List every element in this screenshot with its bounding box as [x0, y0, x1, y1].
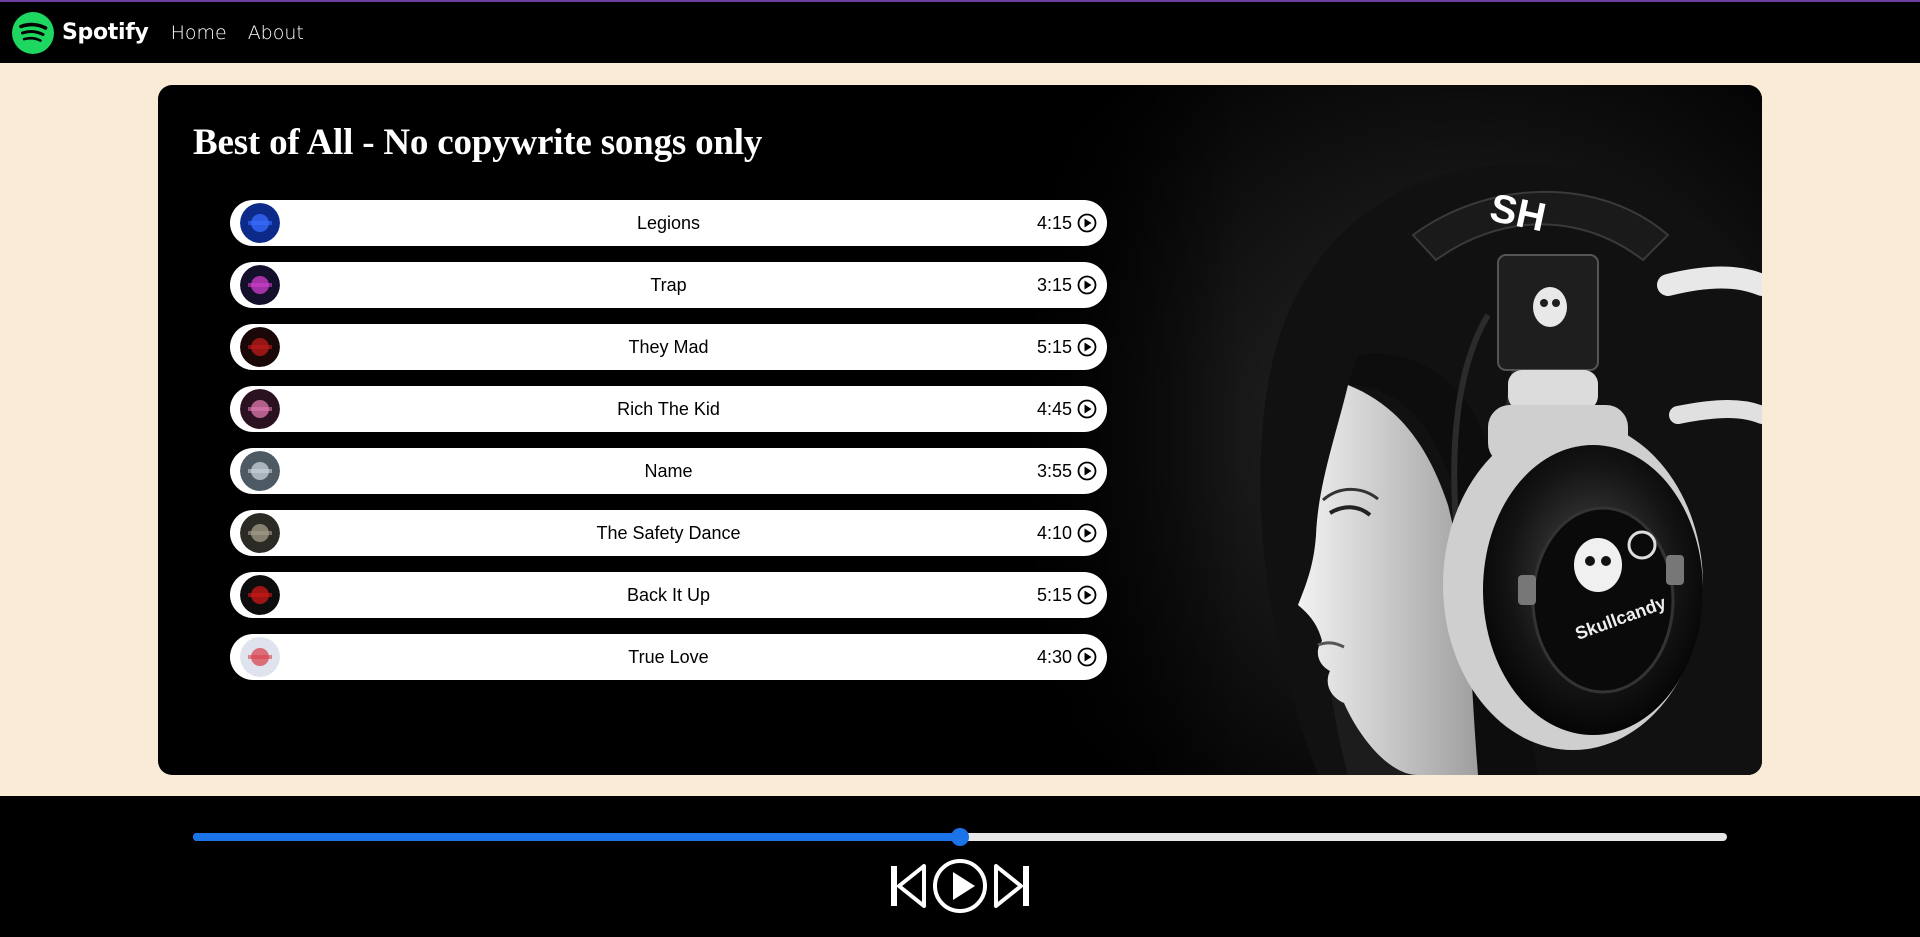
play-circle-icon[interactable] [1077, 585, 1097, 605]
song-item[interactable]: True Love 4:30 [230, 634, 1107, 680]
song-title: True Love [628, 646, 709, 667]
song-meta: 5:15 [1037, 324, 1097, 370]
song-item[interactable]: Back It Up 5:15 [230, 572, 1107, 618]
navbar: Spotify Home About [0, 0, 1920, 63]
hero-headphones-image: SH Skullcandy [1018, 85, 1762, 775]
song-duration: 3:55 [1036, 460, 1072, 481]
song-title: Legions [636, 212, 701, 233]
song-duration: 5:15 [1036, 336, 1072, 357]
song-title: They Mad [628, 336, 709, 357]
song-list: Legions 4:15 Trap 3:15 They Mad 5:15 Rich The … [230, 200, 1107, 696]
play-circle-icon[interactable] [1077, 523, 1097, 543]
nav-home-link[interactable]: Home [171, 22, 227, 44]
song-meta: 3:15 [1037, 262, 1097, 308]
song-cover-image [240, 265, 280, 305]
song-cover-image [240, 513, 280, 553]
player-controls [890, 858, 1030, 914]
play-icon[interactable] [932, 858, 988, 914]
brand[interactable]: Spotify [12, 2, 149, 63]
progress-slider[interactable] [193, 828, 1727, 846]
song-cover-image [240, 637, 280, 677]
song-meta: 4:15 [1037, 200, 1097, 246]
song-title: The Safety Dance [596, 522, 741, 543]
song-title: Name [644, 460, 693, 481]
nav-about-link[interactable]: About [248, 22, 304, 44]
playlist-card: Best of All - No copywrite songs only Le… [158, 85, 1762, 775]
song-item[interactable]: Rich The Kid 4:45 [230, 386, 1107, 432]
song-title: Trap [650, 274, 687, 295]
song-item[interactable]: They Mad 5:15 [230, 324, 1107, 370]
song-title: Rich The Kid [617, 398, 720, 419]
song-meta: 4:45 [1037, 386, 1097, 432]
song-duration: 5:15 [1036, 584, 1072, 605]
song-duration: 4:15 [1036, 212, 1072, 233]
player-bar [0, 796, 1920, 937]
song-cover-image [240, 451, 280, 491]
song-duration: 3:15 [1036, 274, 1072, 295]
song-cover-image [240, 389, 280, 429]
song-meta: 5:15 [1037, 572, 1097, 618]
song-title: Back It Up [626, 584, 711, 605]
song-cover-image [240, 203, 280, 243]
song-duration: 4:30 [1036, 646, 1072, 667]
play-circle-icon[interactable] [1077, 213, 1097, 233]
play-circle-icon[interactable] [1077, 461, 1097, 481]
previous-icon[interactable] [890, 863, 926, 909]
song-item[interactable]: The Safety Dance 4:10 [230, 510, 1107, 556]
song-item[interactable]: Trap 3:15 [230, 262, 1107, 308]
song-meta: 4:10 [1037, 510, 1097, 556]
song-meta: 4:30 [1037, 634, 1097, 680]
progress-thumb[interactable] [951, 828, 969, 846]
spotify-logo-icon [12, 11, 54, 54]
play-circle-icon[interactable] [1077, 275, 1097, 295]
brand-name: Spotify [62, 20, 149, 45]
next-icon[interactable] [994, 863, 1030, 909]
play-circle-icon[interactable] [1077, 399, 1097, 419]
play-circle-icon[interactable] [1077, 337, 1097, 357]
song-cover-image [240, 575, 280, 615]
song-meta: 3:55 [1037, 448, 1097, 494]
progress-fill [193, 833, 960, 841]
song-item[interactable]: Name 3:55 [230, 448, 1107, 494]
playlist-title: Best of All - No copywrite songs only [193, 122, 763, 163]
song-duration: 4:45 [1036, 398, 1072, 419]
song-item[interactable]: Legions 4:15 [230, 200, 1107, 246]
song-cover-image [240, 327, 280, 367]
play-circle-icon[interactable] [1077, 647, 1097, 667]
song-duration: 4:10 [1036, 522, 1072, 543]
